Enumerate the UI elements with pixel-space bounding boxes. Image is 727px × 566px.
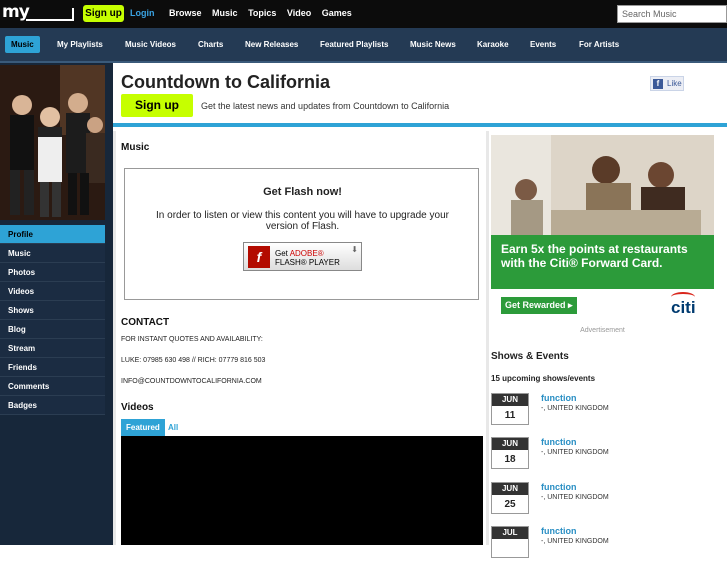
subnav-my-playlists[interactable]: My Playlists <box>51 36 109 53</box>
event-item[interactable]: JUN 11 function -, UNITED KINGDOM <box>491 393 721 433</box>
logo-box-shape <box>26 8 74 21</box>
ad-photo-art <box>491 135 714 235</box>
page-title: Countdown to California <box>121 72 330 92</box>
get-rewarded-button[interactable]: Get Rewarded ▸ <box>501 297 577 314</box>
flash-icon: f <box>248 246 270 268</box>
sidebar-item-videos[interactable]: Videos <box>0 282 105 301</box>
event-date: JUN 11 <box>491 393 529 425</box>
login-link[interactable]: Login <box>130 8 155 18</box>
subnav-new-releases[interactable]: New Releases <box>239 36 304 53</box>
event-date: JUN 18 <box>491 437 529 469</box>
facebook-like-label: Like <box>667 79 682 88</box>
sidebar-item-music[interactable]: Music <box>0 244 105 263</box>
top-nav: Browse Music Topics Video Games <box>169 8 360 18</box>
event-location: -, UNITED KINGDOM <box>541 494 609 501</box>
music-section-title: Music <box>121 142 150 153</box>
event-item[interactable]: JUN 25 function -, UNITED KINGDOM <box>491 482 721 522</box>
sidebar-nav: Profile Music Photos Videos Shows Blog S… <box>0 225 105 415</box>
sidebar-item-comments[interactable]: Comments <box>0 377 105 396</box>
flash-player-box: Get Flash now! In order to listen or vie… <box>124 168 479 300</box>
subnav-featured-playlists[interactable]: Featured Playlists <box>314 36 394 53</box>
subnav-events[interactable]: Events <box>524 36 562 53</box>
flash-button-line2: FLASH® PLAYER <box>275 258 340 267</box>
citi-logo: citi <box>671 298 696 317</box>
contact-line-1: FOR INSTANT QUOTES AND AVAILABILITY: <box>121 336 263 343</box>
event-location: -, UNITED KINGDOM <box>541 538 609 545</box>
event-day: 11 <box>504 410 516 421</box>
flash-button-adobe: ADOBE® <box>289 249 324 258</box>
contact-line-2: LUKE: 07985 630 498 // RICH: 07779 816 5… <box>121 357 266 364</box>
event-name[interactable]: function <box>541 437 577 447</box>
event-location: -, UNITED KINGDOM <box>541 405 609 412</box>
get-flash-button[interactable]: f Get ADOBE® FLASH® PLAYER ⬇ <box>243 242 362 271</box>
top-nav-games[interactable]: Games <box>322 8 352 18</box>
event-month: JUN <box>492 394 528 406</box>
advertisement-label: Advertisement <box>580 327 625 334</box>
sidebar-item-friends[interactable]: Friends <box>0 358 105 377</box>
header-signup-button[interactable]: Sign up <box>121 94 193 117</box>
event-item[interactable]: JUL function -, UNITED KINGDOM <box>491 526 721 566</box>
profile-header: Countdown to California Sign up Get the … <box>113 63 727 127</box>
ad-footer: Get Rewarded ▸ citi <box>491 289 714 323</box>
subnav-music[interactable]: Music <box>5 36 40 53</box>
flash-button-line1: Get ADOBE® <box>275 249 324 258</box>
sidebar-item-photos[interactable]: Photos <box>0 263 105 282</box>
event-location: -, UNITED KINGDOM <box>541 449 609 456</box>
top-nav-video[interactable]: Video <box>287 8 311 18</box>
top-nav-browse[interactable]: Browse <box>169 8 202 18</box>
event-month: JUL <box>492 527 528 539</box>
sidebar-item-badges[interactable]: Badges <box>0 396 105 415</box>
download-arrow-icon: ⬇ <box>351 245 358 254</box>
event-month: JUN <box>492 438 528 450</box>
profile-sidebar: Profile Music Photos Videos Shows Blog S… <box>0 63 113 545</box>
flash-message: In order to listen or view this content … <box>156 210 449 232</box>
sidebar-item-stream[interactable]: Stream <box>0 339 105 358</box>
site-logo[interactable]: my <box>2 2 30 22</box>
top-bar: my Sign up Login Browse Music Topics Vid… <box>0 0 727 28</box>
flash-title: Get Flash now! <box>263 186 342 198</box>
event-name[interactable]: function <box>541 482 577 492</box>
music-subnav: Music My Playlists Music Videos Charts N… <box>0 28 727 63</box>
facebook-icon: f <box>653 79 663 89</box>
tab-featured[interactable]: Featured <box>121 419 165 436</box>
ad-photo <box>491 135 714 235</box>
event-day: 18 <box>504 454 516 465</box>
subnav-karaoke[interactable]: Karaoke <box>471 36 515 53</box>
event-date: JUN 25 <box>491 482 529 514</box>
event-month: JUN <box>492 483 528 495</box>
event-day: 25 <box>504 499 516 510</box>
top-nav-topics[interactable]: Topics <box>248 8 276 18</box>
videos-title: Videos <box>121 402 154 413</box>
subnav-music-news[interactable]: Music News <box>404 36 462 53</box>
contact-title: CONTACT <box>121 317 170 328</box>
event-date: JUL <box>491 526 529 558</box>
flash-button-get: Get <box>275 249 290 258</box>
event-day <box>492 539 528 558</box>
subnav-charts[interactable]: Charts <box>192 36 229 53</box>
events-count: 15 upcoming shows/events <box>491 374 596 383</box>
tab-all[interactable]: All <box>163 419 183 436</box>
band-photo[interactable] <box>0 65 105 220</box>
events-title: Shows & Events <box>491 351 569 362</box>
header-tagline: Get the latest news and updates from Cou… <box>201 101 450 111</box>
top-signup-button[interactable]: Sign up <box>83 5 124 22</box>
contact-email[interactable]: INFO@COUNTDOWNTOCALIFORNIA.COM <box>121 378 262 385</box>
facebook-like-button[interactable]: f Like <box>650 76 684 91</box>
sidebar-item-blog[interactable]: Blog <box>0 320 105 339</box>
subnav-for-artists[interactable]: For Artists <box>573 36 625 53</box>
top-nav-music[interactable]: Music <box>212 8 238 18</box>
citi-advertisement[interactable]: Earn 5x the points at restaurants with t… <box>491 135 714 323</box>
video-player[interactable] <box>121 436 483 545</box>
subnav-music-videos[interactable]: Music Videos <box>119 36 182 53</box>
ad-headline: Earn 5x the points at restaurants with t… <box>501 242 688 270</box>
event-item[interactable]: JUN 18 function -, UNITED KINGDOM <box>491 437 721 477</box>
band-photo-art <box>0 65 105 220</box>
sidebar-item-profile[interactable]: Profile <box>0 225 105 244</box>
sidebar-item-shows[interactable]: Shows <box>0 301 105 320</box>
event-name[interactable]: function <box>541 526 577 536</box>
search-input[interactable]: Search Music <box>617 5 727 23</box>
event-name[interactable]: function <box>541 393 577 403</box>
